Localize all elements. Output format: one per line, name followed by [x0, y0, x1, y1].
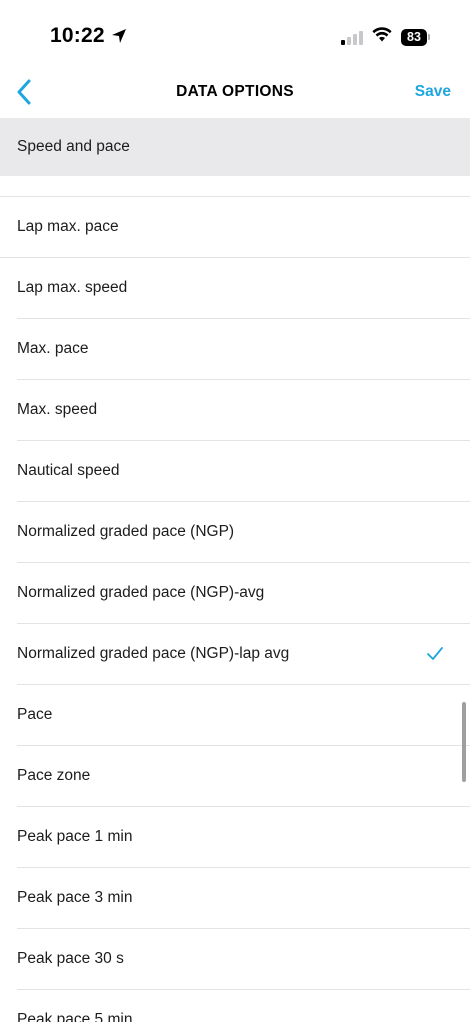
list-item[interactable]: Peak pace 1 min — [17, 807, 470, 868]
list-item[interactable]: Max. speed — [17, 380, 470, 441]
list-item[interactable]: Lap max. pace — [0, 197, 470, 258]
battery-icon: 83 — [401, 28, 430, 46]
list-item-label: Pace — [17, 706, 53, 723]
section-header: Speed and pace — [0, 118, 470, 176]
list-item-label: Normalized graded pace (NGP)-avg — [17, 584, 265, 601]
page-title: DATA OPTIONS — [176, 83, 294, 100]
time-group: 10:22 — [50, 24, 127, 48]
list-item-label: Max. speed — [17, 401, 98, 418]
status-indicators: 83 — [341, 27, 430, 47]
list-item[interactable]: Normalized graded pace (NGP)-lap avg — [17, 624, 470, 685]
list-item-label: Pace zone — [17, 767, 91, 784]
list-item[interactable]: Peak pace 5 min — [17, 990, 470, 1022]
list-item[interactable]: Normalized graded pace (NGP) — [17, 502, 470, 563]
list-item[interactable]: Lap max. speed — [17, 258, 470, 319]
scrollbar[interactable] — [462, 702, 466, 782]
list-item-label: Peak pace 3 min — [17, 889, 133, 906]
location-arrow-icon — [111, 28, 127, 44]
list-item-label: Lap max. pace — [17, 218, 119, 235]
status-bar: 10:22 83 — [0, 0, 470, 70]
list-item-label: Peak pace 5 min — [17, 1011, 133, 1022]
list-item-label: Normalized graded pace (NGP)-lap avg — [17, 645, 290, 662]
list-item[interactable]: Normalized graded pace (NGP)-avg — [17, 563, 470, 624]
list-item-label: Normalized graded pace (NGP) — [17, 523, 235, 540]
checkmark-icon — [425, 644, 445, 669]
list-item-label: Nautical speed — [17, 462, 120, 479]
list-item[interactable]: Peak pace 30 s — [17, 929, 470, 990]
list-item-label: Peak pace 30 s — [17, 950, 124, 967]
battery-level: 83 — [401, 28, 427, 46]
screen: 10:22 83 DATA OPTIONS Save Speed and pac… — [0, 0, 470, 1022]
list-item[interactable]: Max. pace — [17, 319, 470, 380]
section-title: Speed and pace — [17, 138, 130, 155]
cellular-signal-icon — [341, 30, 363, 45]
list-item[interactable]: Nautical speed — [17, 441, 470, 502]
list-item[interactable]: Pace zone — [17, 746, 470, 807]
list-item-label: Lap max. speed — [17, 279, 128, 296]
navigation-bar: DATA OPTIONS Save — [0, 70, 470, 118]
list-item[interactable]: Peak pace 3 min — [17, 868, 470, 929]
data-options-list: Lap max. pace Lap max. speed Max. pace M… — [0, 196, 470, 1022]
list-item[interactable]: Pace — [17, 685, 470, 746]
list-item-label: Max. pace — [17, 340, 89, 357]
wifi-icon — [372, 27, 392, 47]
status-time: 10:22 — [50, 24, 105, 47]
save-button[interactable]: Save — [415, 83, 451, 101]
list-item-label: Peak pace 1 min — [17, 828, 133, 845]
